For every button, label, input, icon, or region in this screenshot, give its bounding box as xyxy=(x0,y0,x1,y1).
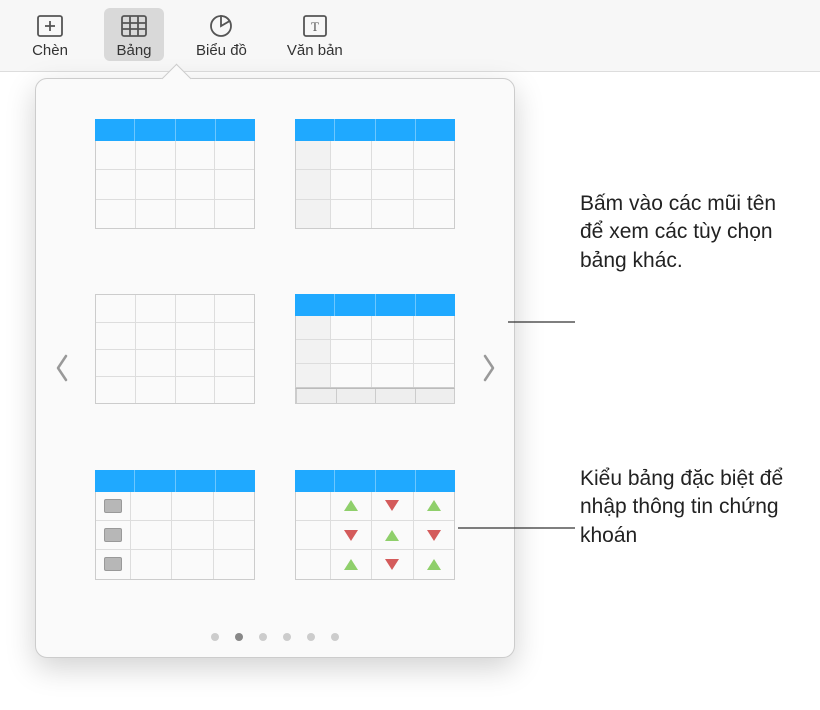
callout-stocks: Kiểu bảng đặc biệt để nhập thông tin chứ… xyxy=(580,465,800,550)
callout-arrows: Bấm vào các mũi tên để xem các tùy chọn … xyxy=(580,190,800,275)
